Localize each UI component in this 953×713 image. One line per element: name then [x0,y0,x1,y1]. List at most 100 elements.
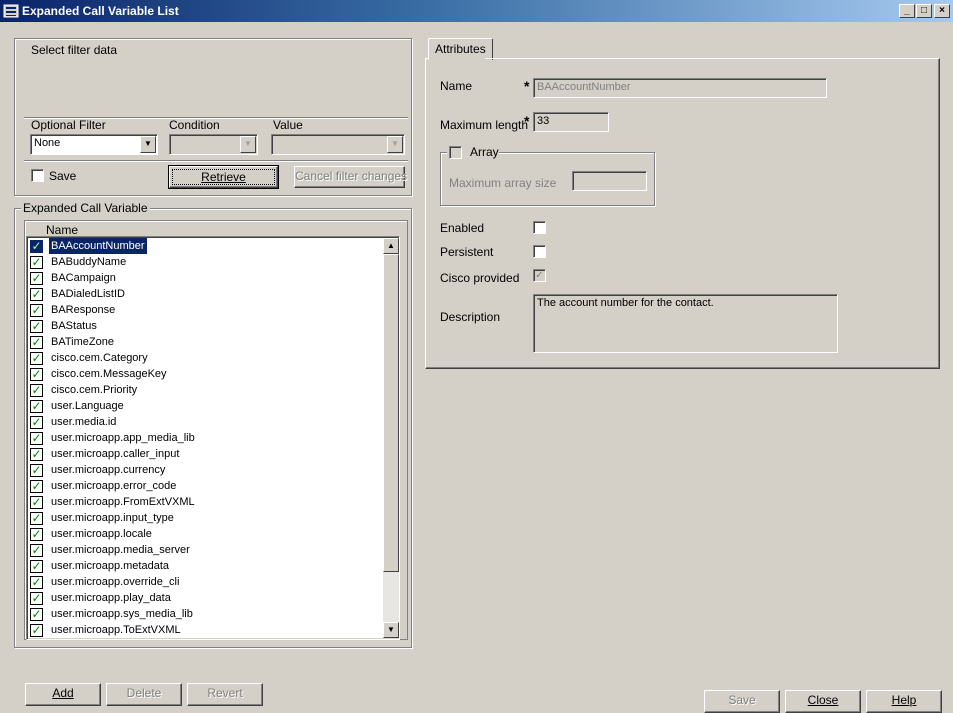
retrieve-button[interactable]: Retrieve [168,165,279,189]
condition-label: Condition [169,118,220,132]
list-item-label: user.microapp.error_code [51,480,177,492]
list-item[interactable]: ✓ BABuddyName [28,254,383,270]
checkmark-icon[interactable]: ✓ [30,368,43,381]
list-item[interactable]: ✓ BAAccountNumber [28,238,383,254]
name-label: Name [440,79,473,93]
tab-attributes[interactable]: Attributes [428,38,493,60]
checkmark-icon[interactable]: ✓ [30,480,43,493]
list-item[interactable]: ✓ cisco.cem.Priority [28,382,383,398]
max-array-size-field[interactable] [572,171,647,191]
checkmark-icon[interactable]: ✓ [30,320,43,333]
list-item[interactable]: ✓ user.media.id [28,414,383,430]
max-array-size-label: Maximum array size [449,176,557,190]
list-item[interactable]: ✓ user.microapp.input_type [28,510,383,526]
checkmark-icon[interactable]: ✓ [30,352,43,365]
list-item[interactable]: ✓ user.microapp.app_media_lib [28,430,383,446]
scroll-up-icon[interactable]: ▲ [383,238,399,254]
filter-group-label: Select filter data [31,43,118,57]
list-item[interactable]: ✓ user.microapp.locale [28,526,383,542]
cisco-provided-checkbox[interactable]: ✓ [533,269,546,282]
checkmark-icon[interactable]: ✓ [30,448,43,461]
list-item[interactable]: ✓ BACampaign [28,270,383,286]
list-item-label: user.microapp.input_type [51,512,174,524]
list-item[interactable]: ✓ BAResponse [28,302,383,318]
checkmark-icon[interactable]: ✓ [30,400,43,413]
optional-filter-label: Optional Filter [31,118,106,132]
list-item[interactable]: ✓ user.Language [28,398,383,414]
array-checkbox[interactable] [449,146,462,159]
list-item[interactable]: ✓ BAStatus [28,318,383,334]
list-item[interactable]: ✓ BATimeZone [28,334,383,350]
list-item-label: BATimeZone [51,336,114,348]
checkmark-icon[interactable]: ✓ [30,560,43,573]
list-item-label: cisco.cem.MessageKey [51,368,167,380]
checkmark-icon[interactable]: ✓ [30,288,43,301]
list-item[interactable]: ✓ user.microapp.ToExtVXML [28,622,383,638]
tab-join [429,58,485,60]
list-item-label: BAStatus [51,320,97,332]
description-label: Description [440,310,501,324]
checkmark-icon[interactable]: ✓ [30,592,43,605]
max-length-field[interactable]: 33 [533,112,609,132]
close-window-button[interactable]: × [934,4,950,18]
checkmark-icon[interactable]: ✓ [30,544,43,557]
name-column-header[interactable]: Name [46,223,78,237]
delete-button[interactable]: Delete [106,683,182,706]
list-item[interactable]: ✓ user.microapp.error_code [28,478,383,494]
checkmark-icon[interactable]: ✓ [30,432,43,445]
condition-dropdown[interactable]: ▼ [169,134,258,155]
checkmark-icon[interactable]: ✓ [30,416,43,429]
list-item-label: BABuddyName [51,256,127,268]
list-item[interactable]: ✓ user.microapp.sys_media_lib [28,606,383,622]
chevron-down-icon[interactable]: ▼ [387,136,403,153]
checkmark-icon[interactable]: ✓ [30,272,43,285]
checkmark-icon[interactable]: ✓ [30,496,43,509]
checkmark-icon[interactable]: ✓ [30,304,43,317]
add-button[interactable]: Add [25,683,101,706]
cisco-provided-label: Cisco provided [440,271,520,285]
list-item[interactable]: ✓ user.microapp.caller_input [28,446,383,462]
maximize-button[interactable]: □ [916,4,932,18]
chevron-down-icon[interactable]: ▼ [140,136,156,153]
add-label: Add [52,686,74,700]
checkmark-icon[interactable]: ✓ [30,528,43,541]
list-item[interactable]: ✓ user.microapp.override_cli [28,574,383,590]
persistent-checkbox[interactable] [533,245,546,258]
scroll-down-icon[interactable]: ▼ [383,622,399,638]
list-item[interactable]: ✓ user.microapp.media_server [28,542,383,558]
cancel-filter-changes-button[interactable]: Cancel filter changes [294,166,407,188]
checkmark-icon[interactable]: ✓ [30,256,43,269]
variable-list[interactable]: ✓ BAAccountNumber ✓ BABuddyName ✓ BACampaign ✓… [28,238,383,638]
variable-list-group-label: Expanded Call Variable [21,201,150,215]
name-field[interactable]: BAAccountNumber [533,78,827,98]
scrollbar-thumb[interactable] [383,254,399,572]
checkmark-icon[interactable]: ✓ [30,608,43,621]
list-item-label: user.microapp.play_data [51,592,171,604]
checkmark-icon[interactable]: ✓ [30,624,43,637]
window-title: Expanded Call Variable List [22,4,179,18]
list-item[interactable]: ✓ BADialedListID [28,286,383,302]
list-item[interactable]: ✓ cisco.cem.MessageKey [28,366,383,382]
minimize-button[interactable]: _ [899,4,915,18]
list-item[interactable]: ✓ cisco.cem.Category [28,350,383,366]
list-item-label: user.microapp.media_server [51,544,190,556]
checkmark-icon[interactable]: ✓ [30,384,43,397]
checkmark-icon[interactable]: ✓ [30,464,43,477]
chevron-down-icon[interactable]: ▼ [240,136,256,153]
list-item[interactable]: ✓ user.microapp.currency [28,462,383,478]
enabled-checkbox[interactable] [533,221,546,234]
description-field[interactable]: The account number for the contact. [533,294,838,353]
list-item[interactable]: ✓ user.microapp.FromExtVXML [28,494,383,510]
checkmark-icon[interactable]: ✓ [30,336,43,349]
save-filter-checkbox[interactable] [31,169,44,182]
checkmark-icon[interactable]: ✓ [30,240,43,253]
list-item-label: cisco.cem.Category [51,352,148,364]
list-item[interactable]: ✓ user.microapp.play_data [28,590,383,606]
value-dropdown[interactable]: ▼ [271,134,405,155]
checkmark-icon[interactable]: ✓ [30,512,43,525]
checkmark-icon[interactable]: ✓ [30,576,43,589]
revert-button[interactable]: Revert [187,683,263,706]
list-scrollbar[interactable]: ▲ ▼ [383,238,399,638]
optional-filter-dropdown[interactable]: None ▼ [30,134,158,155]
list-item[interactable]: ✓ user.microapp.metadata [28,558,383,574]
